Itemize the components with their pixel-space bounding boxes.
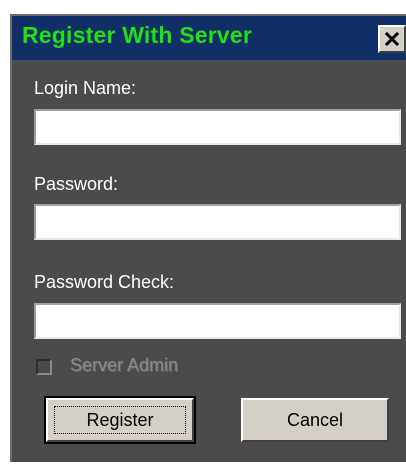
register-dialog: Register With Server Login Name: Passwor… bbox=[10, 14, 406, 462]
server-admin-checkbox[interactable] bbox=[36, 359, 52, 375]
cancel-button[interactable]: Cancel bbox=[241, 398, 389, 442]
login-name-label: Login Name: bbox=[34, 78, 137, 98]
close-button[interactable] bbox=[378, 25, 406, 53]
register-button[interactable]: Register bbox=[44, 396, 196, 444]
dialog-title: Register With Server bbox=[22, 22, 253, 48]
close-icon bbox=[385, 32, 399, 46]
password-check-field[interactable] bbox=[34, 303, 401, 339]
login-name-field[interactable] bbox=[34, 109, 401, 145]
password-field[interactable] bbox=[34, 204, 401, 240]
server-admin-label: Server Admin bbox=[70, 355, 179, 375]
password-label: Password: bbox=[34, 174, 119, 194]
register-button-label: Register bbox=[54, 406, 186, 434]
title-bar: Register With Server bbox=[12, 16, 406, 60]
password-check-label: Password Check: bbox=[34, 272, 175, 292]
